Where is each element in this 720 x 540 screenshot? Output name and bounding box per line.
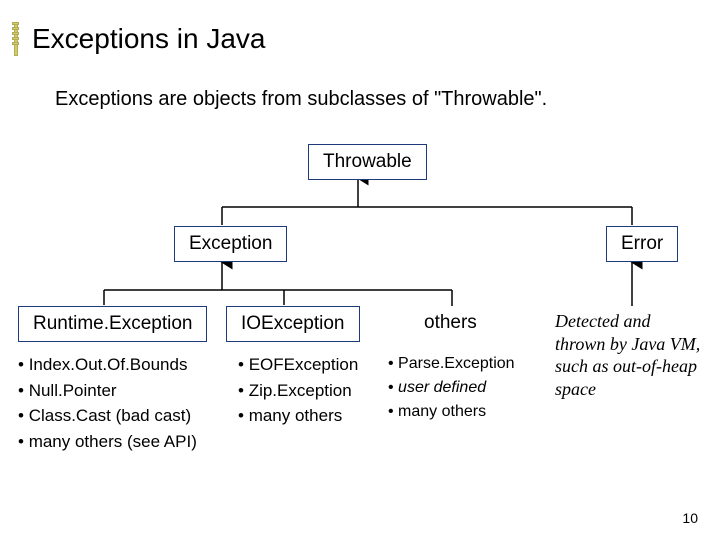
list-item: • user defined	[388, 376, 515, 400]
title-tick	[12, 27, 19, 30]
list-item: • Zip.Exception	[238, 378, 358, 404]
list-item: • many others	[238, 403, 358, 429]
list-item: • Index.Out.Of.Bounds	[18, 352, 197, 378]
page-number: 10	[682, 510, 698, 526]
error-note: Detected and thrown by Java VM, such as …	[555, 310, 705, 400]
slide-title: Exceptions in Java	[32, 23, 265, 55]
slide-subtitle: Exceptions are objects from subclasses o…	[55, 88, 547, 111]
node-others: others	[424, 312, 477, 334]
list-item: • Class.Cast (bad cast)	[18, 403, 197, 429]
node-ioexception: IOException	[226, 306, 360, 342]
node-exception: Exception	[174, 226, 287, 262]
list-item: • many others (see API)	[18, 429, 197, 455]
list-item: • Null.Pointer	[18, 378, 197, 404]
list-item: • many others	[388, 400, 515, 424]
title-block: Exceptions in Java	[14, 22, 265, 56]
title-tick	[12, 37, 19, 40]
list-item: • Parse.Exception	[388, 352, 515, 376]
node-error: Error	[606, 226, 678, 262]
ioexception-list: • EOFException • Zip.Exception • many ot…	[238, 352, 358, 429]
title-tick	[12, 22, 19, 25]
others-list: • Parse.Exception • user defined • many …	[388, 352, 515, 424]
node-runtime-exception: Runtime.Exception	[18, 306, 207, 342]
list-item: • EOFException	[238, 352, 358, 378]
title-tick	[12, 32, 19, 35]
tree-connectors	[0, 0, 720, 540]
title-tick	[12, 42, 19, 45]
node-throwable: Throwable	[308, 144, 427, 180]
runtime-exception-list: • Index.Out.Of.Bounds • Null.Pointer • C…	[18, 352, 197, 454]
